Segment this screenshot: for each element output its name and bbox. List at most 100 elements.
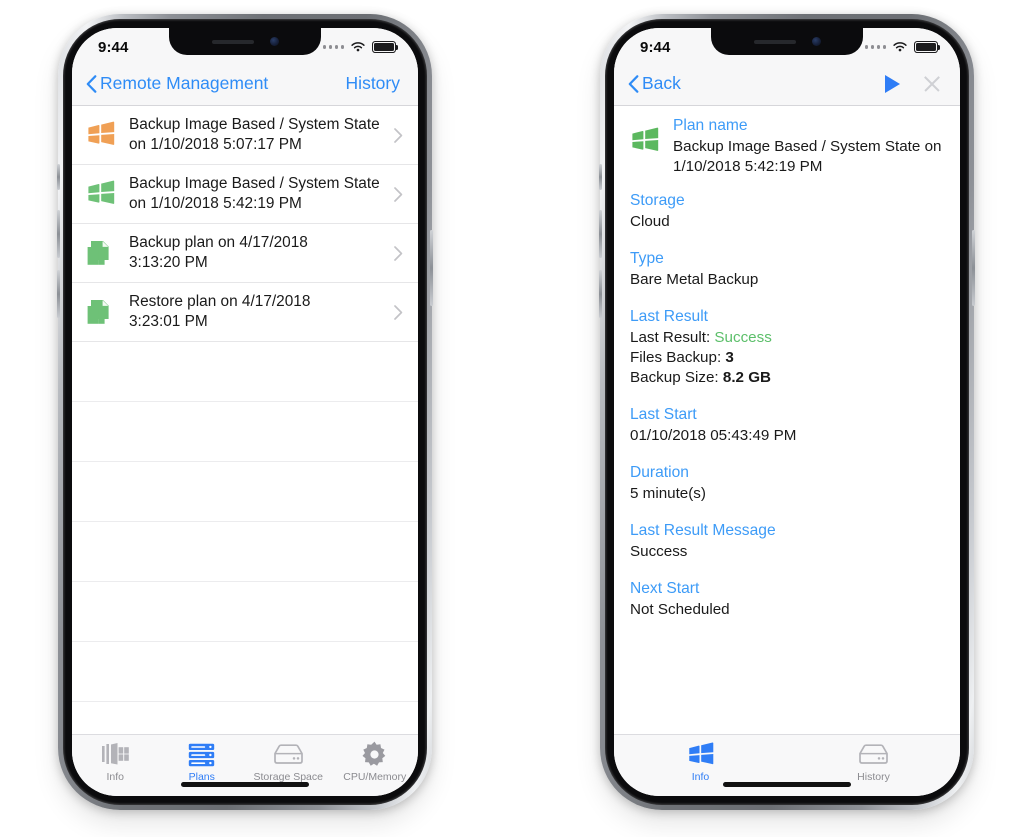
plan-rows-container: Backup Image Based / System State on 1/10… [72, 106, 418, 342]
plan-name-field: Plan name Backup Image Based / System St… [614, 116, 960, 177]
field-value-line: Files Backup: 3 [630, 348, 944, 368]
detail-fields-container: Storage Cloud Type Bare Metal Backup Last Re… [614, 191, 960, 620]
tab-plans-label: Plans [188, 771, 215, 783]
empty-list-row [72, 522, 418, 582]
tab-info-label: Info [691, 771, 710, 783]
detail-field: Next Start Not Scheduled [614, 579, 960, 620]
field-value-line: Backup Size: 8.2 GB [630, 368, 944, 388]
windows-flag-green-icon [630, 126, 660, 156]
field-value-prefix: Backup Size: [630, 369, 723, 387]
plan-row-title: Backup Image Based / System State [129, 175, 380, 193]
tab-plans[interactable]: Plans [159, 741, 246, 783]
plan-row[interactable]: Backup plan on 4/17/2018 3:13:20 PM [72, 224, 418, 283]
earpiece-speaker-icon [753, 39, 796, 44]
empty-list-row [72, 642, 418, 702]
tab-info[interactable]: Info [614, 741, 787, 783]
home-indicator[interactable] [723, 782, 851, 787]
field-label: Storage [630, 192, 685, 210]
history-button[interactable]: History [346, 73, 400, 94]
notch [169, 28, 321, 55]
plan-row-subtitle: on 1/10/2018 5:07:17 PM [129, 136, 302, 153]
empty-list-row [72, 342, 418, 402]
empty-list-row [72, 462, 418, 522]
plan-row[interactable]: Backup Image Based / System State on 1/10… [72, 106, 418, 165]
navigation-bar: Back [614, 62, 960, 106]
navigation-bar: Remote Management History [72, 62, 418, 106]
field-value: Cloud [630, 213, 670, 231]
field-value: 5 minute(s) [630, 485, 706, 503]
home-indicator[interactable] [181, 782, 309, 787]
back-button-label: Remote Management [100, 72, 269, 93]
field-label: Next Start [630, 580, 700, 598]
power-button[interactable] [972, 230, 975, 306]
detail-field: Storage Cloud [614, 191, 960, 232]
server-stack-icon [188, 741, 215, 768]
play-icon[interactable] [885, 74, 900, 93]
detail-field: Type Bare Metal Backup [614, 249, 960, 290]
chevron-left-icon [86, 74, 97, 93]
silent-switch-button[interactable] [599, 164, 602, 190]
plan-row-subtitle: on 1/10/2018 5:42:19 PM [129, 195, 302, 212]
tab-info-label: Info [106, 771, 124, 783]
tab-history-label: History [857, 771, 890, 783]
field-label: Last Result [630, 308, 709, 326]
tab-history[interactable]: History [787, 741, 960, 783]
front-camera-icon [811, 37, 821, 46]
close-icon[interactable] [922, 74, 942, 94]
right-tab-bar: Info History [614, 734, 960, 796]
field-label: Duration [630, 464, 689, 482]
windows-flag-blue-icon [687, 741, 715, 768]
info-windows-bars-icon [101, 741, 129, 768]
chevron-right-icon [394, 127, 403, 143]
volume-up-button[interactable] [57, 210, 60, 258]
front-camera-icon [269, 37, 279, 46]
chevron-right-icon [394, 186, 403, 202]
detail-field: Last Result Last Result: Success Files Bac… [614, 307, 960, 388]
status-time: 9:44 [98, 38, 129, 56]
disk-drive-icon [858, 741, 889, 768]
field-value-line: Last Result: Success [630, 328, 944, 348]
power-button[interactable] [430, 230, 433, 306]
status-badge: Success [714, 329, 772, 347]
field-label: Type [630, 250, 664, 268]
chevron-left-icon [628, 74, 639, 93]
plan-row-subtitle: 3:23:01 PM [129, 313, 208, 330]
volume-down-button[interactable] [57, 270, 60, 318]
right-phone-screen: 9:44 Back Plan name Backup Image Based /… [614, 28, 960, 796]
tab-info[interactable]: Info [72, 741, 159, 783]
disk-drive-icon [273, 741, 304, 768]
status-indicators [864, 37, 941, 53]
field-value: Success [630, 543, 688, 561]
nav-actions [885, 74, 942, 94]
back-button[interactable]: Remote Management [86, 72, 269, 93]
volume-down-button[interactable] [599, 270, 602, 318]
plan-detail: Plan name Backup Image Based / System St… [614, 106, 960, 718]
field-value-strong: 8.2 GB [722, 369, 771, 387]
plan-row-subtitle: 3:13:20 PM [129, 254, 208, 271]
left-phone-device: 9:44 Remote Management History Backup Im… [57, 14, 433, 810]
screenshot-stage: 9:44 Remote Management History Backup Im… [0, 0, 1024, 837]
volume-up-button[interactable] [599, 210, 602, 258]
field-value-prefix: Files Backup: [630, 349, 726, 367]
tab-cpu-memory[interactable]: CPU/Memory [332, 741, 419, 783]
plan-row[interactable]: Backup Image Based / System State on 1/10… [72, 165, 418, 224]
silent-switch-button[interactable] [57, 164, 60, 190]
gear-icon [361, 741, 388, 768]
battery-full-icon [372, 41, 399, 53]
back-button[interactable]: Back [628, 74, 681, 93]
notch [711, 28, 863, 55]
plan-row-text: Backup Image Based / System State on 1/10… [129, 174, 381, 213]
plan-row[interactable]: Restore plan on 4/17/2018 3:23:01 PM [72, 283, 418, 342]
signal-dots-icon [322, 45, 344, 49]
battery-full-icon [914, 41, 941, 53]
windows-flag-orange-icon [86, 120, 116, 150]
left-phone-screen: 9:44 Remote Management History Backup Im… [72, 28, 418, 796]
right-phone-device: 9:44 Back Plan name Backup Image Based /… [599, 14, 975, 810]
field-value: 01/10/2018 05:43:49 PM [630, 427, 797, 445]
signal-dots-icon [864, 45, 886, 49]
file-plan-green-icon [86, 297, 116, 327]
windows-flag-green-icon [86, 179, 116, 209]
empty-list-row [72, 402, 418, 462]
tab-storage-space-label: Storage Space [253, 771, 323, 783]
tab-storage-space[interactable]: Storage Space [245, 741, 332, 783]
